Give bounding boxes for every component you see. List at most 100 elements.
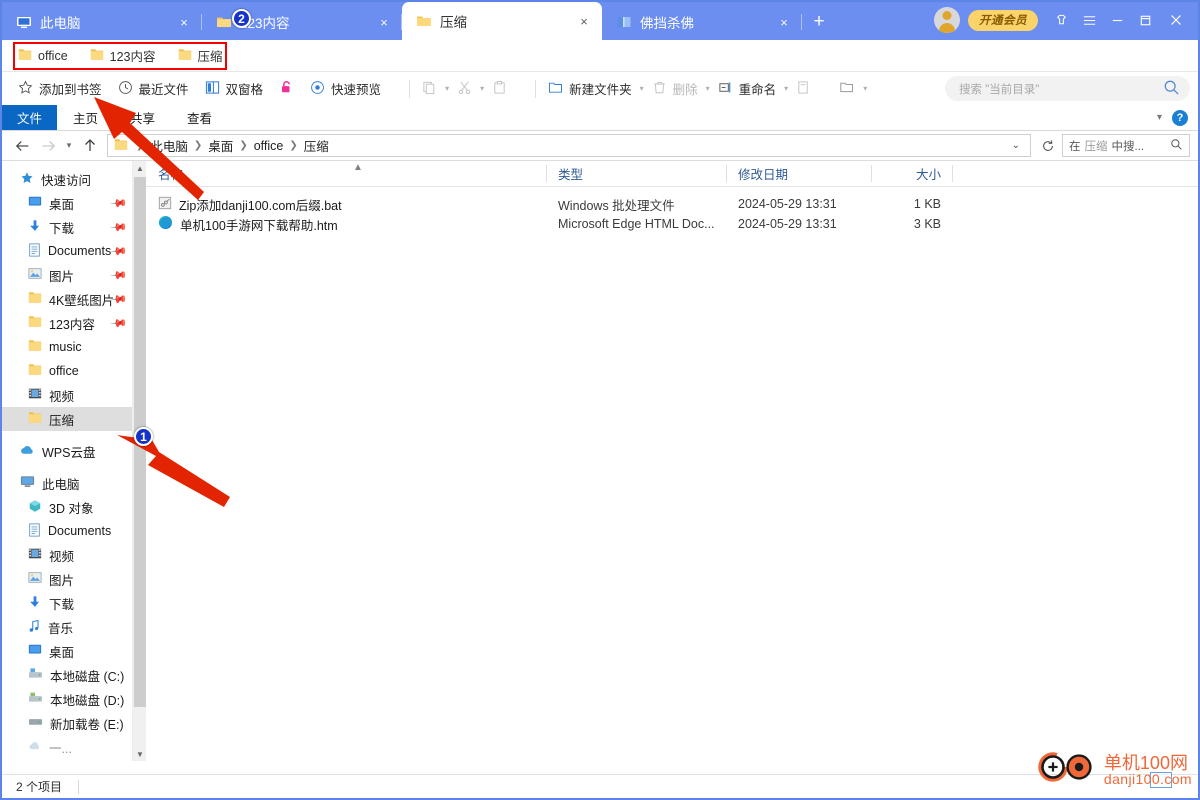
search-icon[interactable] [1170, 138, 1183, 154]
tab-this-pc[interactable]: 此电脑 × [2, 4, 202, 40]
breadcrumb[interactable]: ❯ 此电脑 ❯ 桌面 ❯ office ❯ 压缩 ⌄ [107, 134, 1031, 157]
file-explorer-window: 此电脑 × 123内容 × 压缩 × 佛挡杀佛 × + 开通会员 office … [0, 0, 1200, 800]
pin-icon[interactable]: 📌 [110, 218, 129, 237]
breadcrumb-item-office[interactable]: office [254, 139, 284, 153]
sidebar-item-3d-objects[interactable]: 3D 对象 [2, 495, 132, 519]
sidebar-item-123content[interactable]: 123内容 📌 [2, 311, 132, 335]
pin-icon[interactable]: 📌 [110, 242, 129, 261]
sidebar-item-videos[interactable]: 视频 [2, 383, 132, 407]
close-icon[interactable]: × [576, 14, 592, 29]
help-icon[interactable]: ? [1172, 109, 1188, 126]
close-icon[interactable]: × [776, 15, 792, 30]
sidebar-item-drive-e[interactable]: 新加载卷 (E:) [2, 711, 132, 735]
maximize-icon[interactable] [1132, 6, 1158, 34]
sidebar-item-partial[interactable]: 一... [2, 735, 132, 759]
quick-preview-button[interactable]: 快速预览 [310, 79, 381, 98]
tab-compressed[interactable]: 压缩 × [402, 2, 602, 40]
copy-button[interactable] [422, 80, 437, 98]
breadcrumb-item-desktop[interactable]: 桌面 [208, 136, 233, 155]
sidebar-item-pictures[interactable]: 图片 📌 [2, 263, 132, 287]
unlock-button[interactable] [279, 79, 294, 98]
up-arrow-icon[interactable] [79, 135, 101, 157]
chevron-down-icon[interactable]: ▾ [640, 84, 644, 93]
sidebar-item-pc-downloads[interactable]: 下载 [2, 591, 132, 615]
tab-home[interactable]: 主页 [57, 105, 114, 130]
back-arrow-icon[interactable] [12, 135, 34, 157]
pin-icon[interactable]: 📌 [110, 314, 129, 333]
add-to-bookmarks-button[interactable]: 添加到书签 [18, 79, 102, 98]
sidebar-item-this-pc[interactable]: 此电脑 [2, 471, 132, 495]
sidebar-item-desktop[interactable]: 桌面 📌 [2, 191, 132, 215]
pin-icon[interactable]: 📌 [110, 266, 129, 285]
tab-view[interactable]: 查看 [171, 105, 228, 130]
avatar[interactable] [934, 7, 960, 33]
chevron-down-icon[interactable]: ▾ [1157, 112, 1162, 123]
rename-button[interactable]: 重命名 [718, 79, 776, 98]
chevron-down-icon[interactable]: ⌄ [1012, 140, 1024, 151]
cut-button[interactable] [457, 80, 472, 98]
delete-button[interactable]: 删除 [652, 79, 698, 98]
nav-header-quick-access[interactable]: 快速访问 [2, 167, 132, 191]
sidebar-item-wps-cloud[interactable]: WPS云盘 [2, 439, 132, 463]
scroll-down-icon[interactable]: ▼ [133, 747, 147, 761]
properties-button[interactable] [796, 80, 811, 98]
bookmark-123content[interactable]: 123内容 [90, 46, 156, 65]
close-icon[interactable] [1160, 6, 1192, 34]
chevron-down-icon[interactable]: ▾ [784, 84, 788, 93]
new-tab-button[interactable]: + [802, 4, 836, 40]
bookmark-compressed[interactable]: 压缩 [178, 46, 223, 65]
sidebar-item-downloads[interactable]: 下载 📌 [2, 215, 132, 239]
minimize-icon[interactable] [1104, 6, 1130, 34]
column-header-name[interactable]: 名称 [146, 161, 546, 187]
vip-upgrade-button[interactable]: 开通会员 [968, 9, 1038, 31]
breadcrumb-item-compressed[interactable]: 压缩 [304, 136, 329, 155]
scroll-up-icon[interactable]: ▲ [133, 161, 147, 175]
sidebar-item-office[interactable]: office [2, 359, 132, 383]
sidebar-item-pc-pictures[interactable]: 图片 [2, 567, 132, 591]
dual-pane-button[interactable]: 双窗格 [205, 79, 263, 98]
navigation-scrollbar[interactable]: ▲ ▼ [132, 161, 146, 761]
sidebar-item-pc-desktop[interactable]: 桌面 [2, 639, 132, 663]
refresh-icon[interactable] [1037, 139, 1059, 153]
sidebar-item-documents[interactable]: Documents 📌 [2, 239, 132, 263]
table-row[interactable]: Zip添加danji100.com后缀.bat Windows 批处理文件 20… [146, 194, 1198, 214]
folder-search-input[interactable]: 在 压缩 中搜... [1062, 134, 1190, 157]
tab-fodangshafo[interactable]: 佛挡杀佛 × [602, 4, 802, 40]
sidebar-item-compressed[interactable]: 压缩 [2, 407, 132, 431]
tab-file[interactable]: 文件 [2, 105, 58, 130]
view-options-button[interactable]: ▾ [839, 80, 867, 98]
pin-icon[interactable]: 📌 [110, 194, 129, 213]
column-header-date[interactable]: 修改日期 [726, 161, 871, 187]
menu-icon[interactable] [1076, 6, 1102, 34]
table-row[interactable]: 单机100手游网下载帮助.htm Microsoft Edge HTML Doc… [146, 214, 1198, 234]
column-header-size[interactable]: 大小 [871, 161, 953, 187]
chevron-down-icon[interactable]: ▾ [445, 84, 449, 93]
new-folder-button[interactable]: 新建文件夹 [548, 79, 632, 98]
sidebar-item-4k-wallpaper[interactable]: 4K壁纸图片 📌 [2, 287, 132, 311]
nav-label: 桌面 [49, 197, 75, 212]
chevron-down-icon[interactable]: ▾ [480, 84, 484, 93]
skin-icon[interactable] [1048, 6, 1074, 34]
bookmark-office[interactable]: office [18, 48, 68, 64]
tab-share[interactable]: 共享 [114, 105, 171, 130]
sidebar-item-drive-d[interactable]: 本地磁盘 (D:) [2, 687, 132, 711]
sidebar-item-music[interactable]: 音乐 [2, 615, 132, 639]
sidebar-item-pc-documents[interactable]: Documents [2, 519, 132, 543]
column-header-type[interactable]: 类型 [546, 161, 726, 187]
history-dropdown-icon[interactable]: ▾ [62, 135, 76, 157]
forward-arrow-icon[interactable] [37, 135, 59, 157]
sidebar-item-pc-videos[interactable]: 视频 [2, 543, 132, 567]
search-icon[interactable] [1163, 79, 1180, 99]
file-type-cell: Microsoft Edge HTML Doc... [558, 217, 715, 231]
chevron-down-icon[interactable]: ▾ [706, 84, 710, 93]
close-icon[interactable]: × [376, 15, 392, 30]
close-icon[interactable]: × [176, 15, 192, 30]
sidebar-item-music-folder[interactable]: music [2, 335, 132, 359]
recent-files-button[interactable]: 最近文件 [118, 79, 189, 98]
paste-button[interactable] [492, 80, 507, 98]
search-input[interactable]: 搜索 "当前目录" [945, 76, 1190, 101]
breadcrumb-item-this-pc[interactable]: 此电脑 [150, 136, 188, 155]
computer-icon [20, 475, 35, 492]
chevron-down-icon[interactable]: ▾ [863, 84, 867, 93]
sidebar-item-drive-c[interactable]: 本地磁盘 (C:) [2, 663, 132, 687]
